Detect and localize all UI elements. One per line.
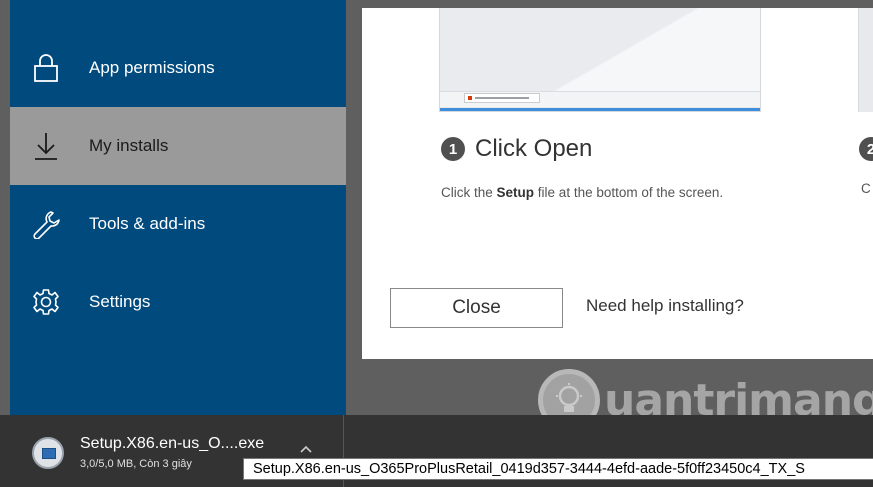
sidebar-item-label: Settings [89, 292, 151, 311]
download-arrow-icon [35, 133, 57, 160]
help-installing-link[interactable]: Need help installing? [586, 296, 744, 316]
sidebar-item-my-installs[interactable]: My installs [10, 107, 346, 185]
step-description: Click the Setup file at the bottom of th… [441, 185, 724, 200]
sidebar-item-label: Tools & add-ins [89, 214, 206, 233]
download-file-name: Setup.X86.en-us_O....exe [80, 435, 265, 452]
download-status: 3,0/5,0 MB, Còn 3 giây [80, 458, 192, 470]
lock-icon [34, 54, 58, 82]
step-title: Click Open [475, 135, 593, 162]
sidebar-item-label: My installs [89, 136, 169, 155]
gear-icon [33, 289, 59, 315]
sidebar-item-settings[interactable]: Settings [10, 263, 346, 341]
next-step-description: C [861, 181, 871, 196]
sidebar: App permissions My installs Tools & add-… [10, 0, 346, 415]
file-name-tooltip: Setup.X86.en-us_O365ProPlusRetail_0419d3… [243, 458, 873, 480]
installer-file-icon [32, 437, 64, 469]
step-heading: 1 Click Open [441, 134, 592, 164]
close-button[interactable]: Close [390, 288, 563, 328]
install-dialog: 1 Click Open 2 Click the Setup file at t… [362, 8, 873, 359]
sidebar-item-label: App permissions [89, 58, 215, 77]
sidebar-item-tools-addins[interactable]: Tools & add-ins [10, 185, 346, 263]
sidebar-item-app-permissions[interactable]: App permissions [10, 29, 346, 107]
next-step-screenshot [858, 8, 873, 112]
step-number-badge: 1 [441, 137, 465, 161]
left-edge [0, 0, 10, 415]
chevron-up-icon[interactable] [300, 443, 312, 455]
wrench-icon [33, 211, 60, 239]
next-step-number-badge: 2 [859, 137, 873, 161]
download-chip-thumbnail [464, 93, 540, 103]
step-screenshot [439, 8, 761, 112]
